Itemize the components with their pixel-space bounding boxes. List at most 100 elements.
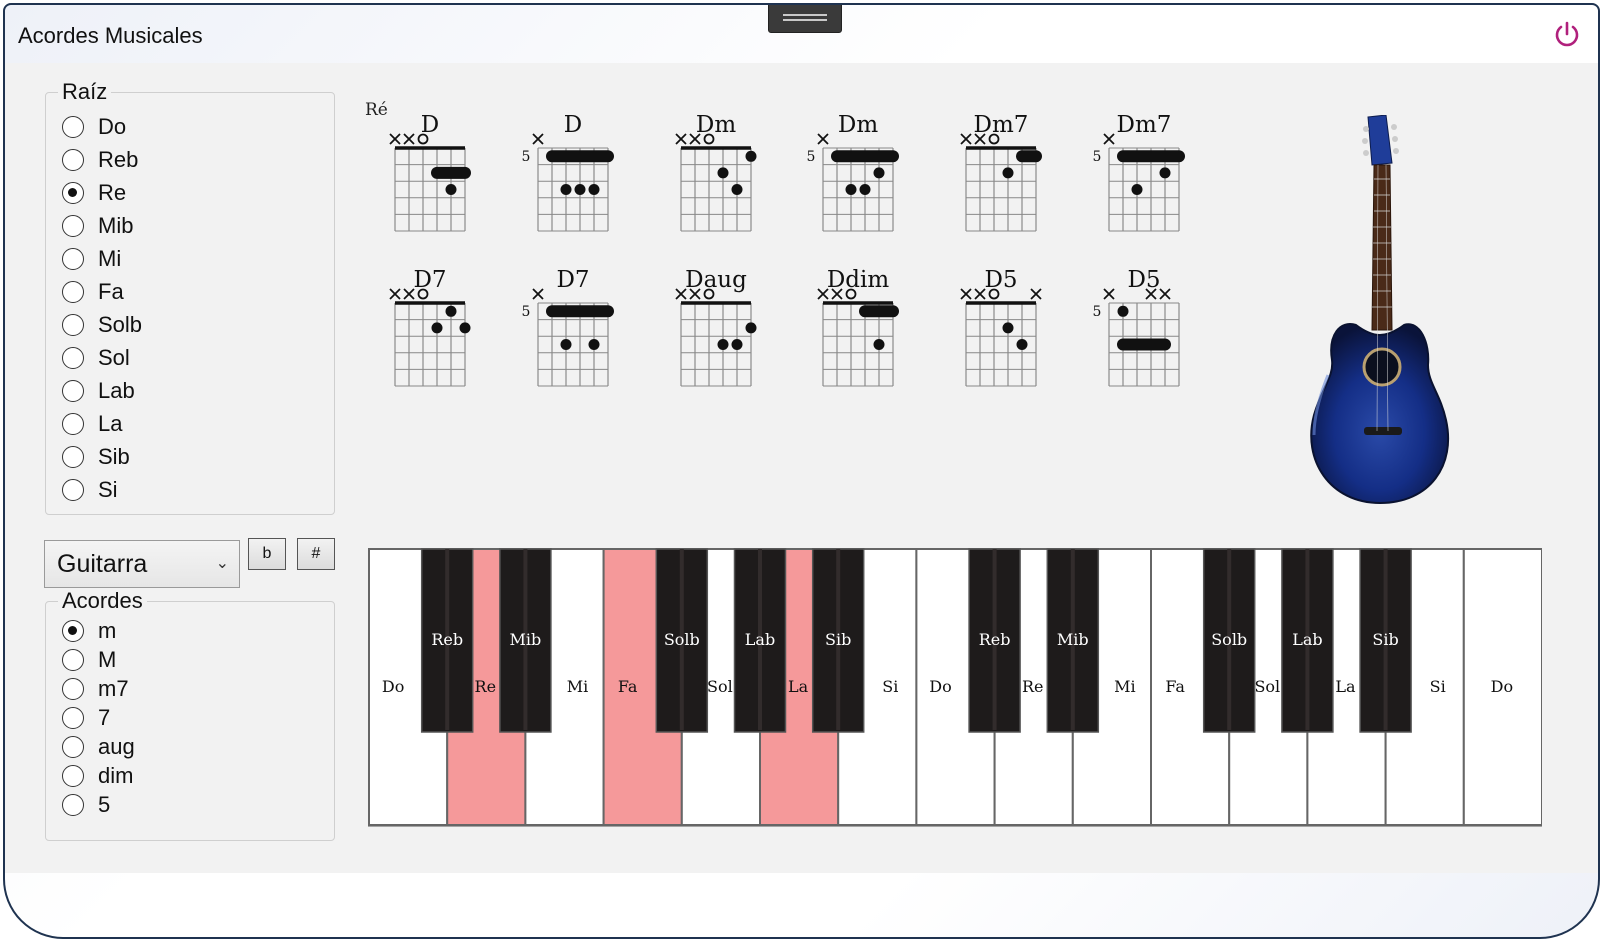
finger-dot (1131, 184, 1143, 195)
chord-diagram: D (389, 112, 471, 232)
radio-label: m (98, 618, 117, 643)
chord-diagram: Dm7 5 (1093, 112, 1185, 232)
radio-button[interactable] (62, 479, 84, 501)
finger-dot (717, 339, 729, 350)
finger-dot (745, 322, 757, 334)
chord-name: D7 (413, 267, 446, 293)
title-bar[interactable]: Acordes Musicales (5, 5, 1598, 63)
chord_group-option-aug[interactable]: aug (62, 732, 135, 762)
finger-dot (845, 184, 857, 195)
finger-dot (588, 339, 600, 350)
radio-button[interactable] (62, 678, 84, 700)
finger-dot (445, 184, 457, 195)
chord_group-option-7[interactable]: 7 (62, 703, 110, 733)
finger-dot (717, 167, 729, 179)
chord-diagram: Dm7 (960, 112, 1042, 232)
root-note-label: Ré (365, 100, 388, 120)
chord-diagram: D5 (960, 267, 1042, 387)
white-key-label: Sol (1254, 677, 1280, 696)
white-key-label: Do (1491, 677, 1513, 696)
radio-button[interactable] (62, 794, 84, 816)
radio-button[interactable] (62, 446, 84, 468)
radio-button[interactable] (62, 413, 84, 435)
black-key-label: Sib (1372, 630, 1398, 649)
sharp-button[interactable]: # (297, 538, 335, 570)
finger-dot (1159, 167, 1171, 179)
chord-diagram: Daug (675, 267, 757, 387)
black-key-label: Sib (825, 630, 851, 649)
barre-marker (431, 166, 471, 179)
radio-button[interactable] (62, 736, 84, 758)
radio-button[interactable] (62, 765, 84, 787)
white-key-label: La (1335, 677, 1356, 696)
barre-marker (1016, 150, 1042, 163)
black-key-label: Reb (979, 630, 1011, 649)
finger-dot (1002, 322, 1014, 334)
chord-diagrams: Ré D D5Dm Dm5Dm7 Dm75D7 D75Daug Ddim D5 D55 (365, 100, 1185, 387)
finger-dot (459, 322, 471, 334)
barre-marker (546, 305, 614, 318)
finger-dot (1016, 339, 1028, 350)
radio-label: 7 (98, 705, 111, 730)
chord-type-group: Acordes m Mm7 7 aug dim 5 (45, 589, 335, 841)
chord-name: Ddim (827, 267, 890, 293)
finger-dot (445, 305, 457, 317)
fret-number: 5 (522, 149, 531, 165)
chord-name: Dm7 (1117, 112, 1172, 138)
chord-name: Daug (685, 267, 747, 293)
chord_group-option-dim[interactable]: dim (62, 761, 133, 791)
chord-diagram: D5 (522, 112, 614, 232)
white-key-label: Si (1430, 677, 1446, 696)
barre-marker (546, 150, 614, 163)
barre-marker (1117, 338, 1171, 351)
finger-dot (431, 322, 443, 334)
root_group-option-la[interactable]: La (62, 409, 122, 439)
white-key-label: Mi (1114, 677, 1136, 696)
radio-button[interactable] (62, 620, 84, 642)
finger-dot (560, 184, 572, 195)
chord_group-option-5[interactable]: 5 (62, 790, 110, 820)
app-window: Acordes Musicales Raíz Do Reb Re Mib Mi Fa Sol… (3, 3, 1600, 939)
guitar-image (1310, 115, 1450, 505)
piano-keyboard: Do Re Mi Fa Sol La Si Do Re Mi Fa Sol La Si Do Reb Mib So… (368, 548, 1542, 827)
fret-number: 5 (522, 304, 531, 320)
instrument-select[interactable]: Guitarra ⌄ (44, 540, 240, 588)
power-icon[interactable] (1552, 19, 1582, 49)
root_group-option-sib[interactable]: Sib (62, 442, 130, 472)
black-key-label: Solb (1211, 630, 1247, 649)
root_group-option-si[interactable]: Si (62, 475, 118, 505)
chord_group-option-m[interactable]: m (62, 616, 116, 646)
chord-name: Dm7 (974, 112, 1029, 138)
barre-marker (1117, 150, 1185, 163)
instrument-select-value: Guitarra (57, 550, 148, 578)
finger-dot (731, 184, 743, 195)
chord_group-option-m7[interactable]: m7 (62, 674, 129, 704)
radio-label: aug (98, 734, 135, 759)
white-key-label: Fa (618, 677, 638, 696)
chord-diagram: D7 5 (522, 267, 614, 387)
white-key-label: Do (382, 677, 404, 696)
chord-diagram: D55 (1093, 267, 1180, 387)
chord-diagram: Dm 5 (807, 112, 899, 232)
barre-marker (859, 305, 899, 318)
chord-diagram: Ddim (817, 267, 899, 387)
radio-button[interactable] (62, 649, 84, 671)
radio-button[interactable] (62, 707, 84, 729)
radio-label: Si (98, 477, 118, 502)
drag-handle[interactable] (768, 5, 842, 33)
fret-number: 5 (1093, 304, 1102, 320)
chord_group-option-m[interactable]: M (62, 645, 116, 675)
radio-label: 5 (98, 792, 111, 817)
black-key-label: Lab (1292, 630, 1322, 649)
finger-dot (588, 184, 600, 195)
flat-button[interactable]: b (248, 538, 286, 570)
finger-dot (560, 339, 572, 350)
white-key-label: Sol (707, 677, 733, 696)
finger-dot (731, 339, 743, 350)
black-key-label: Reb (431, 630, 463, 649)
white-key-label: Mi (567, 677, 589, 696)
finger-dot (859, 184, 871, 195)
white-key-label: Do (929, 677, 951, 696)
chevron-down-icon: ⌄ (215, 555, 229, 572)
black-key-label: Solb (664, 630, 700, 649)
